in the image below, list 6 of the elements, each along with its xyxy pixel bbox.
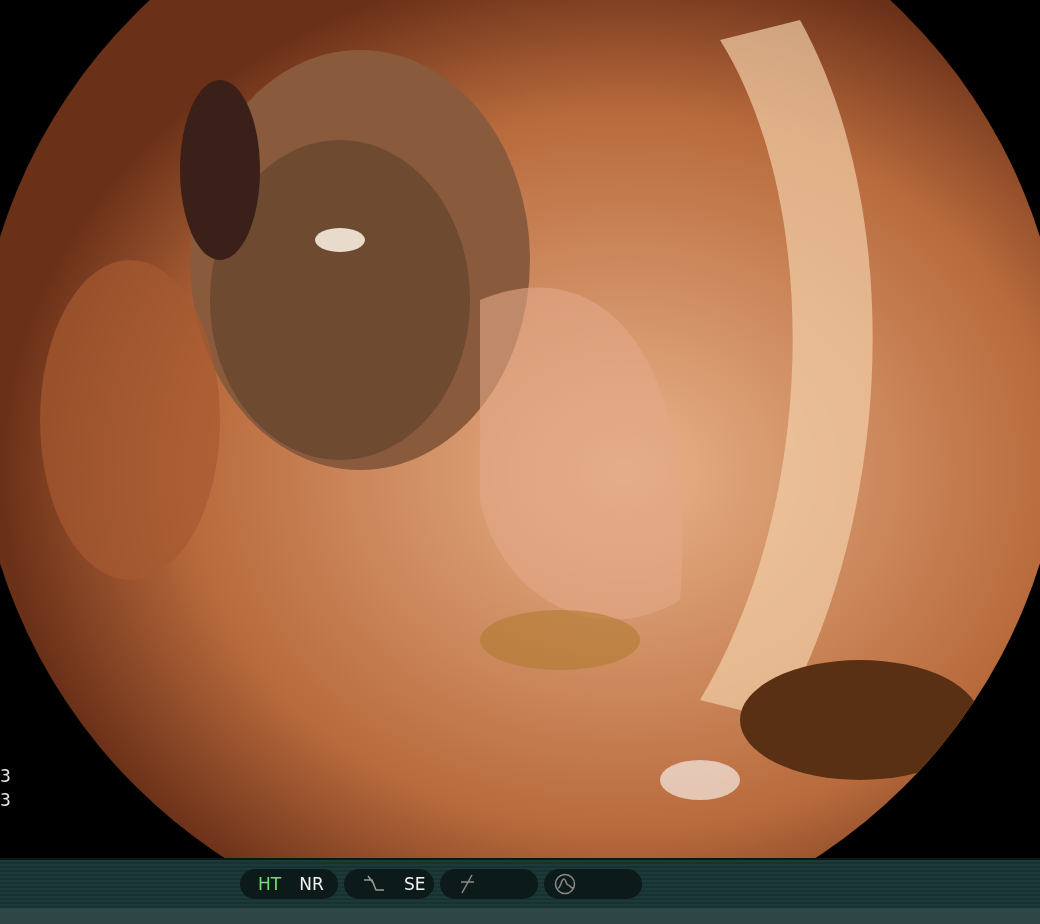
enhance-label: SE	[404, 874, 426, 894]
mode-label: NR	[299, 874, 324, 894]
readout-text: 3	[0, 766, 11, 786]
wave-icon	[554, 873, 576, 895]
readout-text: 3	[0, 790, 11, 810]
mode-label: HT	[258, 874, 282, 894]
